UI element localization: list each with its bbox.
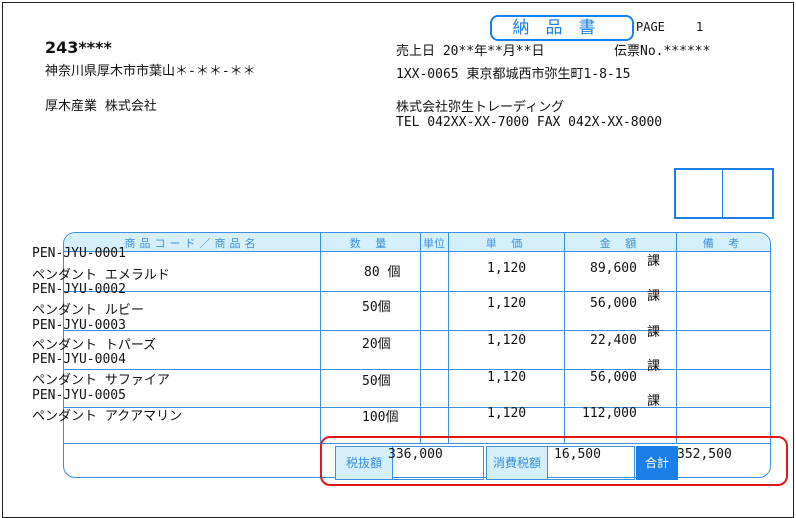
item-amount: 112,000 xyxy=(582,406,637,421)
col-header-qty: 数 量 xyxy=(349,237,391,250)
col-header-notes: 備 考 xyxy=(702,237,744,250)
slip-number: 伝票No.****** xyxy=(614,44,711,59)
item-qty: 80 個 xyxy=(364,265,401,280)
seal-box-divider xyxy=(722,170,723,217)
item-code: PEN-JYU-0003 xyxy=(32,318,126,333)
col-header-price: 単 価 xyxy=(485,237,527,250)
item-name: ペンダント アクアマリン xyxy=(32,409,183,424)
row-divider xyxy=(64,369,770,370)
item-qty: 50個 xyxy=(362,300,391,315)
document-title: 納品書 xyxy=(490,15,634,41)
col-divider xyxy=(420,233,421,443)
customer-name: 厚木産業 株式会社 xyxy=(45,99,157,114)
customer-code: 243**** xyxy=(45,38,112,57)
company-name: 株式会社弥生トレーディング xyxy=(396,100,565,115)
item-tax-flag: 課 xyxy=(647,254,661,269)
item-price: 1,120 xyxy=(487,333,527,348)
item-code: PEN-JYU-0002 xyxy=(32,282,126,297)
item-amount: 56,000 xyxy=(590,296,637,311)
seal-box xyxy=(674,168,774,219)
company-address: 1XX-0065 東京都城西市弥生町1-8-15 xyxy=(396,67,631,82)
row-divider xyxy=(64,330,770,331)
item-tax-flag: 課 xyxy=(647,359,661,374)
item-amount: 22,400 xyxy=(590,333,637,348)
col-header-amount: 金 額 xyxy=(599,237,641,250)
page-label: PAGE xyxy=(636,20,665,34)
item-tax-flag: 課 xyxy=(647,325,661,340)
item-price: 1,120 xyxy=(487,296,527,311)
col-divider xyxy=(320,233,321,443)
col-divider xyxy=(564,233,565,443)
item-amount: 89,600 xyxy=(590,261,637,276)
item-price: 1,120 xyxy=(487,261,527,276)
col-divider xyxy=(448,233,449,443)
customer-address: 神奈川県厚木市市葉山＊-＊＊-＊＊ xyxy=(45,64,256,79)
totals-highlight xyxy=(320,436,788,486)
item-code: PEN-JYU-0005 xyxy=(32,388,126,403)
item-code: PEN-JYU-0001 xyxy=(32,246,126,261)
item-name: ペンダント エメラルド xyxy=(32,268,170,283)
col-header-unit: 単位 xyxy=(423,237,445,250)
item-name: ペンダント ルビー xyxy=(32,303,144,318)
item-qty: 20個 xyxy=(362,337,391,352)
item-price: 1,120 xyxy=(487,370,527,385)
item-tax-flag: 課 xyxy=(647,289,661,304)
item-name: ペンダント サファイア xyxy=(32,373,170,388)
item-price: 1,120 xyxy=(487,406,527,421)
item-tax-flag: 課 xyxy=(647,394,661,409)
item-code: PEN-JYU-0004 xyxy=(32,352,126,367)
item-amount: 56,000 xyxy=(590,370,637,385)
sales-date: 売上日 20**年**月**日 xyxy=(396,44,545,59)
item-qty: 50個 xyxy=(362,374,391,389)
item-name: ペンダント トパーズ xyxy=(32,338,157,353)
col-divider xyxy=(676,233,677,443)
company-tel-fax: TEL 042XX-XX-7000 FAX 042X-XX-8000 xyxy=(396,115,663,130)
row-divider xyxy=(64,291,770,292)
item-qty: 100個 xyxy=(362,410,399,425)
page-number: 1 xyxy=(696,20,704,34)
